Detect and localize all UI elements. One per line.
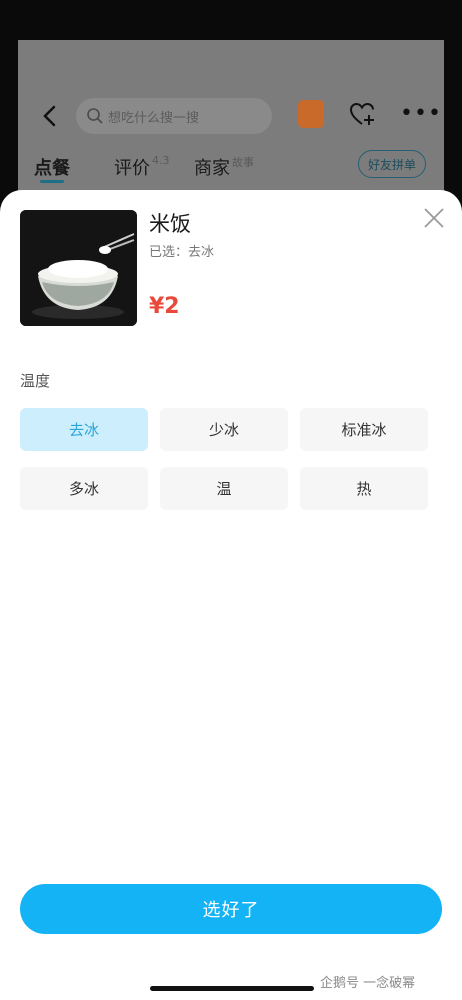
back-icon[interactable] xyxy=(40,104,62,128)
more-icon[interactable]: ••• xyxy=(400,103,442,125)
option-more-ice[interactable]: 多冰 xyxy=(20,467,148,510)
option-less-ice[interactable]: 少冰 xyxy=(160,408,288,451)
tab-reviews[interactable]: 评价 4.3 xyxy=(114,154,170,180)
product-options-sheet: 米饭 已选：去冰 ¥2 温度 去冰 少冰 标准冰 多冰 温 热 选好了 企鹅号 … xyxy=(0,190,462,1000)
search-icon xyxy=(87,108,103,124)
option-remove-ice[interactable]: 去冰 xyxy=(20,408,148,451)
header-bar: 想吃什么搜一搜 ••• xyxy=(18,96,444,136)
search-placeholder: 想吃什么搜一搜 xyxy=(108,111,200,126)
favorite-icon[interactable] xyxy=(348,100,376,128)
option-standard-ice[interactable]: 标准冰 xyxy=(300,408,428,451)
gift-icon[interactable] xyxy=(298,100,324,128)
product-image xyxy=(20,210,137,326)
tab-active-indicator xyxy=(40,180,64,183)
watermark: 企鹅号 一念破幂 xyxy=(320,976,416,991)
tab-order[interactable]: 点餐 xyxy=(34,154,70,180)
product-price: ¥2 xyxy=(149,294,180,319)
confirm-button[interactable]: 选好了 xyxy=(20,884,442,934)
product-name: 米饭 xyxy=(149,212,191,236)
option-warm[interactable]: 温 xyxy=(160,467,288,510)
close-icon[interactable] xyxy=(422,206,446,230)
tab-merchant[interactable]: 商家 故事 xyxy=(194,154,254,180)
option-group-label: 温度 xyxy=(20,372,51,390)
selected-options-text: 已选：去冰 xyxy=(149,245,215,260)
home-indicator xyxy=(150,986,314,991)
option-hot[interactable]: 热 xyxy=(300,467,428,510)
search-input[interactable]: 想吃什么搜一搜 xyxy=(76,98,272,134)
group-order-button[interactable]: 好友拼单 xyxy=(358,150,426,178)
tab-bar: 点餐 评价 4.3 商家 故事 好友拼单 xyxy=(18,150,444,190)
